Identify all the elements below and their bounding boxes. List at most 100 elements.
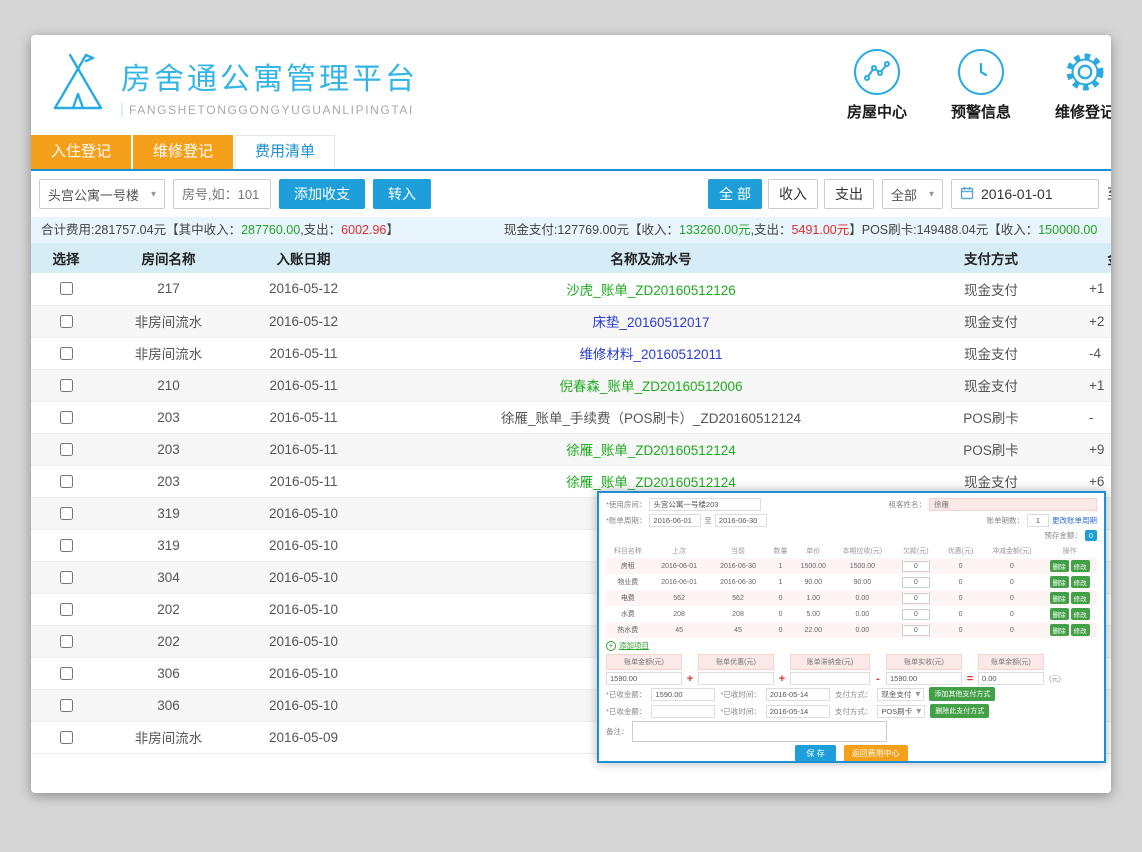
totals-late-input[interactable] <box>790 672 870 685</box>
period-from-field[interactable]: 2016-06-01 <box>649 514 701 527</box>
item-price: 1.00 <box>794 590 833 606</box>
tab-bar: 入住登记 维修登记 费用清单 <box>31 135 1111 171</box>
amount-cell: +9 <box>1051 433 1111 465</box>
nav-house-center-label: 房屋中心 <box>837 101 917 122</box>
item-delete-button[interactable]: 删除 <box>1050 592 1069 604</box>
item-owe-input[interactable]: 0 <box>902 593 930 604</box>
period-to-field[interactable]: 2016-06-30 <box>715 514 767 527</box>
totals-received-input[interactable]: 1590.00 <box>886 672 962 685</box>
room-number-input[interactable] <box>173 179 271 209</box>
save-button[interactable]: 保 存 <box>795 745 835 762</box>
row-select-checkbox[interactable] <box>60 635 73 648</box>
item-delete-button[interactable]: 删除 <box>1050 560 1069 572</box>
bill-link[interactable]: 倪春森_账单_ZD20160512006 <box>559 379 742 394</box>
delete-payment-method-button[interactable]: 删除此支付方式 <box>930 704 989 718</box>
totals-discount-input[interactable] <box>698 672 774 685</box>
date-from-input[interactable]: 2016-01-01 <box>951 179 1099 209</box>
tent-logo-icon <box>45 50 111 121</box>
row-select-checkbox[interactable] <box>60 507 73 520</box>
item-edit-button[interactable]: 修改 <box>1071 608 1090 620</box>
type-select[interactable]: 全部 ▾ <box>882 179 943 209</box>
received-time-input[interactable]: 2016-05-14 <box>766 705 830 718</box>
bill-link[interactable]: 维修材料_20160512011 <box>579 347 722 362</box>
item-prev: 208 <box>650 606 709 622</box>
period-field-label: *账单周期： <box>606 515 646 526</box>
transfer-in-button[interactable]: 转入 <box>373 179 431 209</box>
pay-method-select[interactable]: 现金支付▾ <box>877 688 924 701</box>
row-select-checkbox[interactable] <box>60 347 73 360</box>
tab-expense-list[interactable]: 费用清单 <box>235 135 335 169</box>
row-select-checkbox[interactable] <box>60 443 73 456</box>
item-edit-button[interactable]: 修改 <box>1071 576 1090 588</box>
note-textarea[interactable] <box>632 721 887 742</box>
payment-cell: POS刷卡 <box>931 401 1051 433</box>
row-select-checkbox[interactable] <box>60 571 73 584</box>
received-time-input[interactable]: 2016-05-14 <box>766 688 830 701</box>
row-select-checkbox[interactable] <box>60 315 73 328</box>
item-edit-button[interactable]: 修改 <box>1071 624 1090 636</box>
items-header: 冲减金额(元) <box>981 544 1042 558</box>
item-edit-button[interactable]: 修改 <box>1071 592 1090 604</box>
pos-value: 149488.04元 <box>917 223 989 237</box>
row-select-checkbox[interactable] <box>60 603 73 616</box>
row-select-checkbox[interactable] <box>60 699 73 712</box>
item-owe-input[interactable]: 0 <box>902 577 930 588</box>
item-delete-button[interactable]: 删除 <box>1050 576 1069 588</box>
room-field[interactable]: 头宫公寓一号楼203 <box>649 498 761 511</box>
row-select-checkbox[interactable] <box>60 282 73 295</box>
tab-repair-register[interactable]: 维修登记 <box>133 135 233 169</box>
nav-repair-register[interactable]: 维修登记 <box>1045 49 1111 122</box>
date-cell: 2016-05-11 <box>236 465 371 497</box>
row-select-checkbox[interactable] <box>60 379 73 392</box>
row-select-checkbox[interactable] <box>60 411 73 424</box>
row-select-checkbox[interactable] <box>60 475 73 488</box>
item-edit-button[interactable]: 修改 <box>1071 560 1090 572</box>
bill-items-table: 科目名称 上次 当前 数量 单价 本期应收(元) 欠款(元) 优惠(元) 冲减金… <box>606 544 1097 638</box>
item-delete-button[interactable]: 删除 <box>1050 624 1069 636</box>
row-select-checkbox[interactable] <box>60 667 73 680</box>
plus-icon: + <box>606 641 616 651</box>
scope-income-button[interactable]: 收入 <box>768 179 818 209</box>
add-income-expense-button[interactable]: 添加收支 <box>279 179 365 209</box>
items-header: 单价 <box>794 544 833 558</box>
building-select[interactable]: 头宫公寓一号楼 ▾ <box>39 179 165 209</box>
bill-link[interactable]: 沙虎_账单_ZD20160512126 <box>566 283 736 298</box>
tab-checkin-register[interactable]: 入住登记 <box>31 135 131 169</box>
add-payment-method-button[interactable]: 添加其他支付方式 <box>929 687 995 701</box>
totals-late-label: 账单滞纳金(元) <box>790 654 870 670</box>
item-curr: 45 <box>709 622 768 638</box>
item-owe-input[interactable]: 0 <box>902 561 930 572</box>
totals-balance-label: 账单余额(元) <box>978 654 1044 670</box>
totals-balance-input[interactable]: 0.00 <box>978 672 1044 685</box>
scope-all-button[interactable]: 全 部 <box>708 179 762 209</box>
payment-cell: 现金支付 <box>931 337 1051 369</box>
summary-total: 合计费用:281757.04元【其中收入：287760.00,支出：6002.9… <box>41 217 399 243</box>
pay-method-select[interactable]: POS刷卡▾ <box>877 705 925 718</box>
back-to-expense-center-button[interactable]: 返回费用中心 <box>844 745 908 762</box>
row-select-checkbox[interactable] <box>60 539 73 552</box>
date-cell: 2016-05-10 <box>236 561 371 593</box>
received-amount-input[interactable]: 1590.00 <box>651 688 715 701</box>
scope-expense-button[interactable]: 支出 <box>824 179 874 209</box>
bill-link[interactable]: 徐雁_账单_ZD20160512124 <box>566 475 736 490</box>
item-owe-input[interactable]: 0 <box>902 625 930 636</box>
nav-warning-info[interactable]: 预警信息 <box>941 49 1021 122</box>
bill-link[interactable]: 徐雁_账单_ZD20160512124 <box>566 443 736 458</box>
item-price: 90.00 <box>794 574 833 590</box>
row-select-checkbox[interactable] <box>60 731 73 744</box>
item-delete-button[interactable]: 删除 <box>1050 608 1069 620</box>
item-owe-input[interactable]: 0 <box>902 609 930 620</box>
received-amount-input[interactable] <box>651 705 715 718</box>
items-header: 当前 <box>709 544 768 558</box>
add-item-link[interactable]: + 添加项目 <box>606 640 1097 651</box>
item-curr: 2016-06-30 <box>709 558 768 574</box>
room-cell: 203 <box>101 433 236 465</box>
bill-count-field[interactable]: 1 <box>1027 514 1049 527</box>
table-header-row: 选择 房间名称 入账日期 名称及流水号 支付方式 金额 <box>31 243 1111 273</box>
nav-house-center[interactable]: 房屋中心 <box>837 49 917 122</box>
item-discount: 0 <box>940 558 981 574</box>
gear-icon <box>1062 49 1108 95</box>
totals-amount-input[interactable]: 1590.00 <box>606 672 682 685</box>
bill-link[interactable]: 床垫_20160512017 <box>592 315 709 330</box>
change-period-link[interactable]: 更改账单周期 <box>1052 515 1097 526</box>
